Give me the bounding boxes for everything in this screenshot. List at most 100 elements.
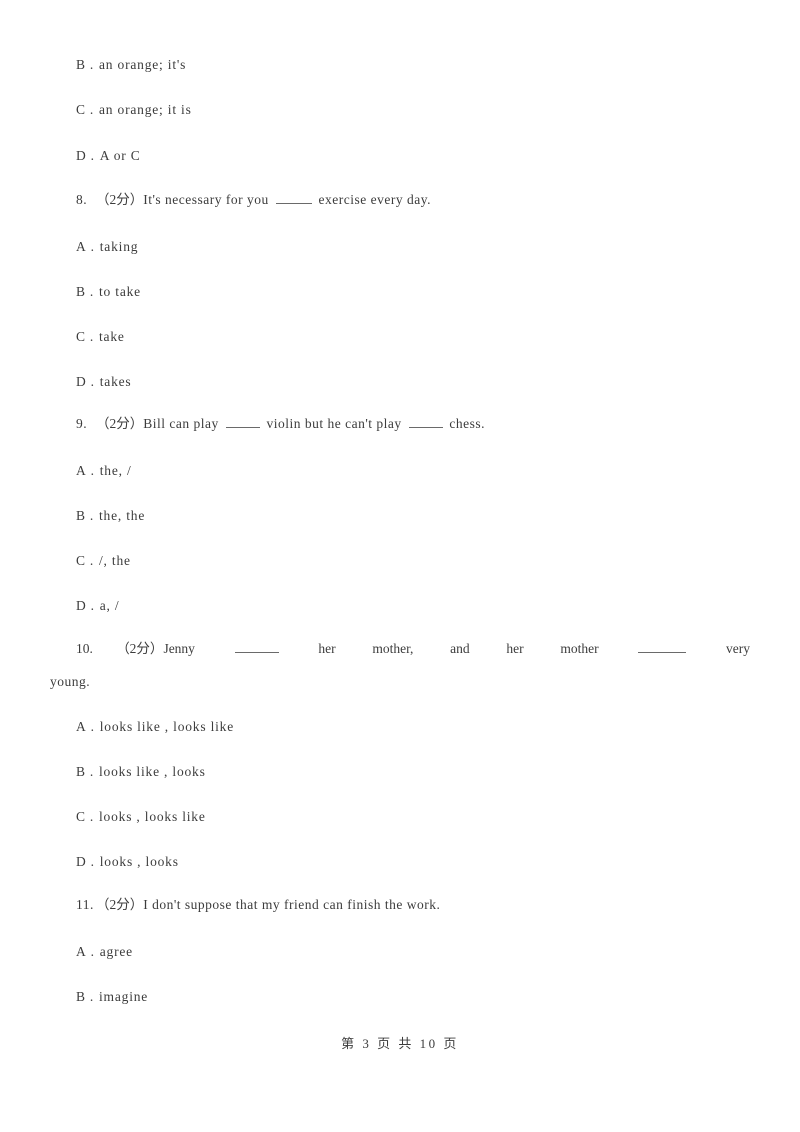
option-letter: D — [76, 854, 87, 869]
option-row[interactable]: D. takes — [50, 373, 750, 391]
answer-blank[interactable] — [275, 192, 312, 204]
option-letter: C — [76, 102, 86, 117]
option-dot: . — [90, 598, 95, 613]
option-dot: . — [90, 463, 95, 478]
option-letter: B — [76, 764, 86, 779]
option-dot: . — [89, 329, 94, 344]
question-text-mid: violin but he can't play — [262, 416, 406, 431]
option-text: takes — [99, 374, 132, 389]
option-letter: B — [76, 57, 86, 72]
option-letter: B — [76, 508, 86, 523]
option-letter: D — [76, 598, 87, 613]
question-number: 8. — [76, 192, 88, 207]
option-letter: D — [76, 374, 87, 389]
option-text: an orange; it's — [99, 57, 187, 72]
question-word-her2: her — [506, 641, 524, 656]
option-text: looks like , looks — [99, 764, 206, 779]
question-stem-8: 8. （2分）It's necessary for you exercise ev… — [50, 191, 750, 209]
option-row[interactable]: B. to take — [50, 283, 750, 301]
option-row[interactable]: C. take — [50, 328, 750, 346]
option-row[interactable]: D. A or C — [50, 147, 750, 165]
question-points: （2分） — [116, 641, 164, 656]
option-text: looks , looks like — [99, 809, 206, 824]
option-dot: . — [90, 944, 95, 959]
option-text: the, / — [99, 463, 132, 478]
question-word-her: her — [318, 641, 336, 656]
question-number: 11. — [76, 897, 94, 912]
option-text: looks like , looks like — [99, 719, 235, 734]
option-text: imagine — [99, 989, 149, 1004]
option-letter: D — [76, 148, 87, 163]
question-number: 10. — [76, 641, 93, 656]
option-text: looks , looks — [99, 854, 179, 869]
answer-blank[interactable] — [225, 416, 260, 428]
question-stem-10: 10. （2分） Jenny her mother, and her mother… — [50, 640, 750, 658]
question-word-jenny: Jenny — [163, 641, 195, 656]
question-points: （2分） — [96, 416, 144, 431]
option-dot: . — [89, 57, 94, 72]
option-row[interactable]: A. agree — [50, 943, 750, 961]
option-row[interactable]: D. a, / — [50, 597, 750, 615]
question-word-and: and — [450, 641, 470, 656]
answer-blank[interactable] — [408, 416, 443, 428]
option-dot: . — [89, 809, 94, 824]
option-dot: . — [89, 102, 94, 117]
option-row[interactable]: D. looks , looks — [50, 853, 750, 871]
option-dot: . — [90, 374, 95, 389]
option-letter: C — [76, 329, 86, 344]
option-dot: . — [89, 553, 94, 568]
question-word-mother: mother, — [372, 641, 414, 656]
option-letter: C — [76, 553, 86, 568]
option-row[interactable]: C. an orange; it is — [50, 101, 750, 119]
option-dot: . — [90, 148, 95, 163]
option-text: /, the — [99, 553, 131, 568]
option-dot: . — [90, 239, 95, 254]
question-stem-9: 9. （2分）Bill can play violin but he can't … — [50, 415, 750, 433]
question-stem-11: 11. （2分）I don't suppose that my friend ca… — [50, 896, 750, 914]
option-letter: A — [76, 239, 87, 254]
continuation-text: young. — [50, 674, 91, 689]
option-letter: C — [76, 809, 86, 824]
option-letter: B — [76, 284, 86, 299]
question-number: 9. — [76, 416, 88, 431]
option-row[interactable]: B. looks like , looks — [50, 763, 750, 781]
option-text: a, / — [99, 598, 120, 613]
option-dot: . — [89, 284, 94, 299]
question-continuation-10: young. — [50, 673, 750, 691]
option-dot: . — [89, 764, 94, 779]
option-row[interactable]: C. /, the — [50, 552, 750, 570]
option-dot: . — [90, 854, 95, 869]
option-dot: . — [89, 508, 94, 523]
option-text: to take — [99, 284, 141, 299]
option-row[interactable]: B. an orange; it's — [50, 56, 750, 74]
option-row[interactable]: A. the, / — [50, 462, 750, 480]
option-letter: A — [76, 719, 87, 734]
option-row[interactable]: A. looks like , looks like — [50, 718, 750, 736]
answer-blank[interactable] — [638, 641, 687, 653]
option-row[interactable]: A. taking — [50, 238, 750, 256]
document-page: B. an orange; it's C. an orange; it is D.A… — [0, 0, 800, 1132]
question-text-post: chess. — [445, 416, 486, 431]
option-dot: . — [89, 989, 94, 1004]
question-text-pre: It's necessary for you — [143, 192, 273, 207]
question-word-very: very — [726, 641, 751, 656]
option-text: the, the — [99, 508, 146, 523]
option-letter: A — [76, 463, 87, 478]
option-text: take — [99, 329, 125, 344]
question-word-mother2: mother — [560, 641, 599, 656]
page-footer: 第 3 页 共 10 页 — [341, 1036, 459, 1051]
option-dot: . — [90, 719, 95, 734]
option-letter: A — [76, 944, 87, 959]
question-text-post: exercise every day. — [314, 192, 431, 207]
question-text: I don't suppose that my friend can finis… — [143, 897, 441, 912]
answer-blank[interactable] — [234, 641, 279, 653]
option-text: an orange; it is — [99, 102, 192, 117]
question-points: （2分） — [96, 897, 144, 912]
option-row[interactable]: C. looks , looks like — [50, 808, 750, 826]
question-points: （2分） — [96, 192, 144, 207]
option-text: taking — [99, 239, 139, 254]
option-row[interactable]: B. the, the — [50, 507, 750, 525]
option-text: agree — [99, 944, 133, 959]
option-row[interactable]: B. imagine — [50, 988, 750, 1006]
question-text-pre: Bill can play — [143, 416, 223, 431]
